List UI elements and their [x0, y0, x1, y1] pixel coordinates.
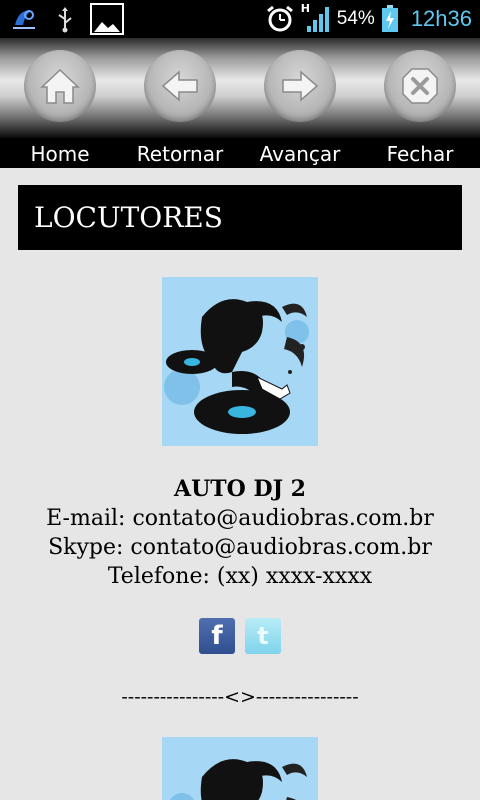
back-button[interactable]: Retornar [120, 50, 240, 168]
back-label: Retornar [136, 142, 224, 166]
navigation-toolbar: Home Retornar Avançar Fechar [0, 38, 480, 168]
facebook-icon[interactable]: f [199, 618, 235, 654]
home-label: Home [30, 142, 90, 166]
announcer-name: AUTO DJ 2 [174, 476, 306, 502]
arrow-left-icon [144, 50, 216, 122]
close-button[interactable]: Fechar [360, 50, 480, 168]
forward-label: Avançar [259, 142, 341, 166]
signal-strength-icon: H [300, 2, 331, 34]
battery-charging-icon [381, 5, 399, 33]
status-bar-system: H 54% 12h36 [265, 2, 472, 34]
announcer-email[interactable]: E-mail: contato@audiobras.com.br [0, 504, 480, 533]
separator: ----------------<>---------------- [121, 686, 359, 708]
close-icon [384, 50, 456, 122]
clock: 12h36 [410, 6, 472, 31]
announcer-photo-next [162, 737, 318, 800]
status-bar: H 54% 12h36 [0, 0, 480, 38]
home-icon [24, 50, 96, 122]
twitter-glyph: t [257, 622, 269, 650]
announcer-info: AUTO DJ 2 E-mail: contato@audiobras.com.… [0, 475, 480, 591]
announcer-phone[interactable]: Telefone: (xx) xxxx-xxxx [0, 562, 480, 591]
app-notification-icon [8, 4, 40, 34]
page-title: LOCUTORES [18, 185, 462, 250]
page-content: LOCUTORES AUTO DJ 2 E-mail: contato@audi… [0, 168, 480, 800]
network-type-label: H [300, 2, 310, 15]
alarm-icon [265, 4, 295, 34]
social-links: f t [0, 618, 480, 654]
home-button[interactable]: Home [0, 50, 120, 168]
image-notification-icon [90, 3, 124, 35]
arrow-right-icon [264, 50, 336, 122]
announcer-skype[interactable]: Skype: contato@audiobras.com.br [0, 533, 480, 562]
status-bar-notifications [8, 3, 124, 35]
dj-silhouette-image [162, 277, 318, 446]
forward-button[interactable]: Avançar [240, 50, 360, 168]
facebook-glyph: f [211, 621, 223, 651]
close-label: Fechar [386, 142, 454, 166]
dj-silhouette-image [162, 737, 318, 800]
twitter-icon[interactable]: t [245, 618, 281, 654]
announcer-photo [162, 277, 318, 446]
battery-percent: 54% [336, 8, 375, 29]
usb-icon [54, 4, 76, 34]
